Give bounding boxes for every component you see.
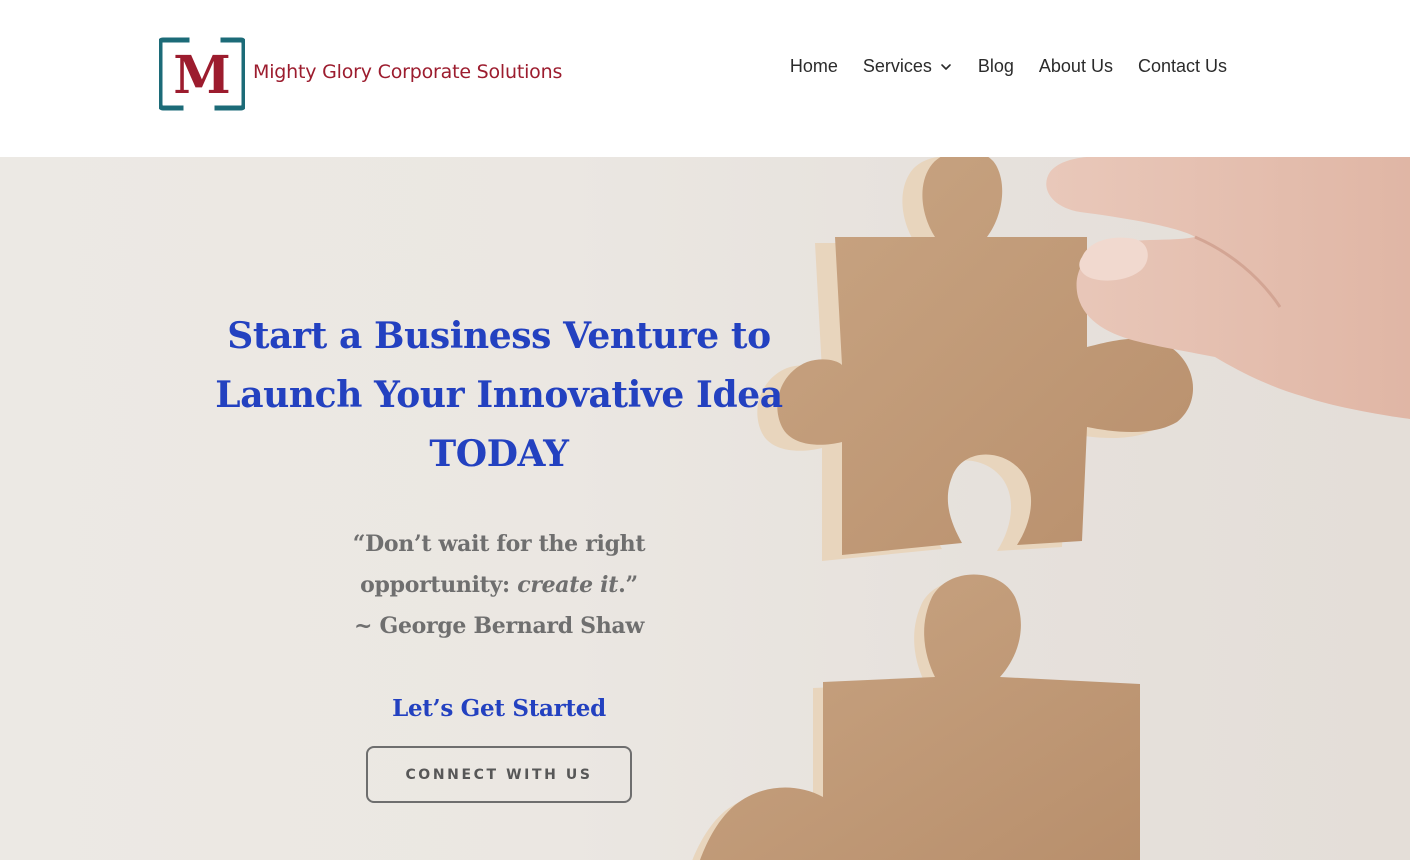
- site-header: M Mighty Glory Corporate Solutions Home …: [0, 0, 1410, 157]
- nav-contact-us-label: Contact Us: [1137, 56, 1227, 76]
- hero-title-line-3: TODAY: [429, 433, 569, 475]
- logo-text: Mighty Glory Corporate Solutions: [253, 61, 563, 83]
- chevron-down-icon: [941, 63, 951, 70]
- nav-blog[interactable]: Blog: [978, 56, 1014, 77]
- cta-heading: Let’s Get Started: [392, 695, 606, 722]
- hero-title-line-1: Start a Business Venture to: [227, 315, 771, 357]
- nav-home[interactable]: Home: [790, 56, 838, 77]
- quote-author: ~ George Bernard Shaw: [353, 613, 645, 639]
- nav-services[interactable]: Services: [863, 56, 953, 77]
- main-nav: Home Services Blog About Us Contact Us: [790, 56, 1227, 77]
- nav-about-us[interactable]: About Us: [1039, 56, 1113, 77]
- hero-content: Start a Business Venture to Launch Your …: [200, 307, 798, 803]
- hero-quote: “Don’t wait for the right opportunity: c…: [334, 524, 664, 647]
- nav-about-us-label: About Us: [1038, 56, 1113, 76]
- logo-letter: M: [173, 45, 231, 106]
- quote-line-1: “Don’t wait for the right: [352, 531, 646, 557]
- nav-services-label: Services: [862, 56, 932, 76]
- hero-title-line-2: Launch Your Innovative Idea: [215, 374, 783, 416]
- site-logo[interactable]: M Mighty Glory Corporate Solutions: [159, 37, 562, 111]
- quote-line-2-suffix: .”: [618, 572, 638, 598]
- nav-home-label: Home: [789, 56, 838, 76]
- nav-blog-label: Blog: [977, 56, 1014, 76]
- nav-contact-us[interactable]: Contact Us: [1138, 56, 1227, 77]
- quote-emphasis: create it: [517, 572, 619, 598]
- quote-line-2-prefix: opportunity:: [360, 572, 518, 598]
- hero-title: Start a Business Venture to Launch Your …: [200, 307, 798, 484]
- hero-section: Start a Business Venture to Launch Your …: [0, 157, 1410, 860]
- connect-with-us-button[interactable]: CONNECT WITH US: [366, 746, 632, 803]
- logo-mark-icon: M: [159, 37, 245, 111]
